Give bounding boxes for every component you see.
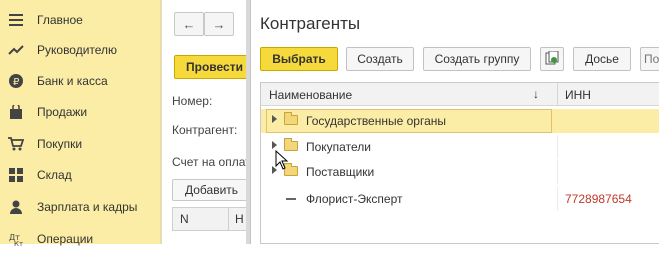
expand-arrow-icon[interactable] xyxy=(272,115,277,123)
counterparty-label: Контрагент: xyxy=(172,123,238,137)
sidebar-item-purchases[interactable]: Покупки xyxy=(0,129,160,159)
operations-icon: Дт Кт xyxy=(8,231,24,247)
row-name: Флорист-Эксперт xyxy=(306,192,403,206)
arrow-left-icon: ← xyxy=(182,16,196,32)
column-divider xyxy=(557,83,558,105)
more-button[interactable]: По xyxy=(640,47,659,71)
expand-arrow-icon[interactable] xyxy=(272,141,277,149)
column-divider xyxy=(557,187,558,211)
cart-icon xyxy=(8,136,24,152)
create-button[interactable]: Создать xyxy=(346,47,414,71)
copy-document-icon xyxy=(545,50,559,68)
sidebar-item-bank[interactable]: ₽ Банк и касса xyxy=(0,66,160,96)
sidebar-item-management[interactable]: Руководителю xyxy=(0,35,160,65)
table-row[interactable]: Покупатели xyxy=(261,135,659,159)
sidebar-item-salary[interactable]: Зарплата и кадры xyxy=(0,192,160,222)
row-name: Поставщики xyxy=(306,165,375,179)
add-button[interactable]: Добавить xyxy=(172,179,254,201)
post-button[interactable]: Провести xyxy=(174,55,254,79)
sidebar-item-label: Покупки xyxy=(37,137,83,151)
back-button[interactable]: ← xyxy=(174,12,204,36)
svg-text:₽: ₽ xyxy=(13,77,20,88)
arrow-right-icon: → xyxy=(212,16,226,32)
sidebar-item-warehouse[interactable]: Склад xyxy=(0,160,160,190)
column-header-inn[interactable]: ИНН xyxy=(565,88,591,102)
counterparties-list: Наименование ↓ ИНН Государственные орган… xyxy=(260,82,659,244)
sidebar-item-label: Склад xyxy=(37,168,72,182)
person-icon xyxy=(8,199,24,215)
copy-button[interactable] xyxy=(540,47,564,71)
sidebar-item-main[interactable]: Главное xyxy=(0,5,160,35)
shopping-bag-icon xyxy=(8,104,24,120)
row-inn: 7728987654 xyxy=(565,192,632,206)
column-divider xyxy=(557,160,558,184)
warehouse-icon xyxy=(8,167,24,183)
select-button[interactable]: Выбрать xyxy=(260,47,338,71)
mouse-pointer-icon xyxy=(275,149,289,173)
sidebar-item-label: Руководителю xyxy=(37,43,118,57)
window-title: Контрагенты xyxy=(260,14,361,33)
row-name: Покупатели xyxy=(306,140,371,154)
ruble-coin-icon: ₽ xyxy=(8,73,24,89)
sidebar-item-label: Зарплата и кадры xyxy=(37,200,138,214)
sort-arrow-icon: ↓ xyxy=(533,87,539,101)
grid-col-h[interactable]: Н xyxy=(235,212,244,226)
create-group-button[interactable]: Создать группу xyxy=(423,47,531,71)
sidebar-item-label: Главное xyxy=(37,13,83,27)
grid-col-number[interactable]: N xyxy=(180,212,189,226)
table-row[interactable]: Поставщики xyxy=(261,160,659,184)
document-form: ← → Провести Номер: Контрагент: Счет на … xyxy=(162,0,254,244)
table-row[interactable]: Государственные органы xyxy=(261,109,659,133)
column-header-name[interactable]: Наименование xyxy=(269,88,352,102)
number-label: Номер: xyxy=(172,94,213,108)
menu-icon xyxy=(8,12,24,28)
sidebar-item-operations[interactable]: Дт Кт Операции xyxy=(0,224,160,254)
sidebar-item-label: Банк и касса xyxy=(37,74,108,88)
forward-button[interactable]: → xyxy=(204,12,234,36)
row-name: Государственные органы xyxy=(306,114,447,128)
dossier-button[interactable]: Досье xyxy=(573,47,631,71)
column-divider xyxy=(557,135,558,159)
table-row[interactable]: Флорист-Эксперт 7728987654 xyxy=(261,187,659,211)
grid-header: N Н xyxy=(172,207,254,231)
list-header: Наименование ↓ ИНН xyxy=(261,83,659,106)
sidebar-item-label: Продажи xyxy=(37,105,88,119)
svg-text:Кт: Кт xyxy=(14,240,23,246)
folder-icon xyxy=(284,112,298,125)
counterparties-window: Контрагенты Выбрать Создать Создать груп… xyxy=(250,0,659,244)
item-marker-icon xyxy=(286,198,296,200)
invoice-label: Счет на оплат xyxy=(172,155,251,169)
sidebar-item-sales[interactable]: Продажи xyxy=(0,97,160,127)
trend-icon xyxy=(8,42,24,58)
sidebar: Главное Руководителю ₽ Банк и касса Прод… xyxy=(0,0,160,246)
column-divider xyxy=(228,208,229,230)
